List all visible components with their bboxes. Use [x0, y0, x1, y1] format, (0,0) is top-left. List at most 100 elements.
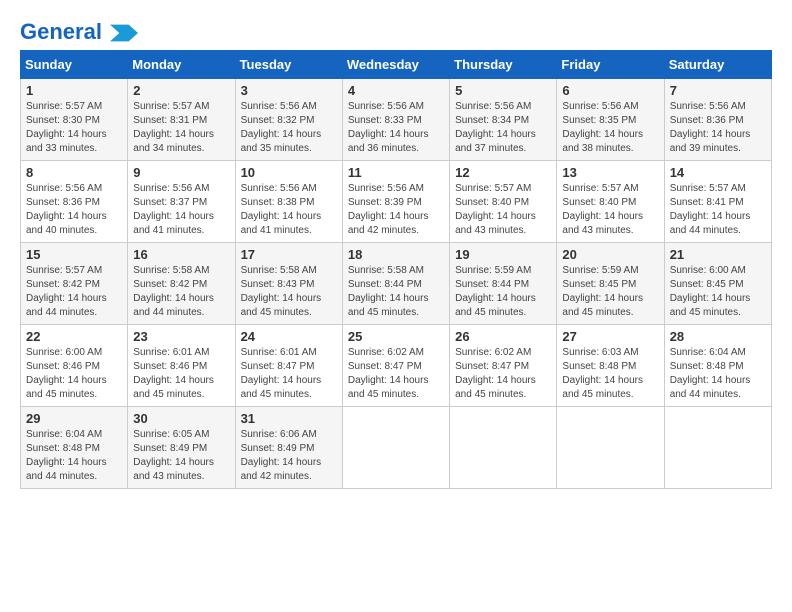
logo: General — [20, 20, 138, 40]
day-number: 17 — [241, 247, 337, 262]
day-cell: 22 Sunrise: 6:00 AMSunset: 8:46 PMDaylig… — [21, 325, 128, 407]
day-info: Sunrise: 5:56 AMSunset: 8:33 PMDaylight:… — [348, 101, 429, 154]
day-cell: 30 Sunrise: 6:05 AMSunset: 8:49 PMDaylig… — [128, 407, 235, 489]
day-cell: 21 Sunrise: 6:00 AMSunset: 8:45 PMDaylig… — [664, 243, 771, 325]
day-number: 29 — [26, 411, 122, 426]
day-info: Sunrise: 5:56 AMSunset: 8:38 PMDaylight:… — [241, 183, 322, 236]
day-number: 10 — [241, 165, 337, 180]
day-cell: 18 Sunrise: 5:58 AMSunset: 8:44 PMDaylig… — [342, 243, 449, 325]
day-info: Sunrise: 6:04 AMSunset: 8:48 PMDaylight:… — [670, 347, 751, 400]
day-number: 13 — [562, 165, 658, 180]
day-info: Sunrise: 6:02 AMSunset: 8:47 PMDaylight:… — [455, 347, 536, 400]
day-cell — [557, 407, 664, 489]
day-info: Sunrise: 6:01 AMSunset: 8:46 PMDaylight:… — [133, 347, 214, 400]
day-info: Sunrise: 6:05 AMSunset: 8:49 PMDaylight:… — [133, 429, 214, 482]
day-info: Sunrise: 5:56 AMSunset: 8:36 PMDaylight:… — [670, 101, 751, 154]
day-cell: 24 Sunrise: 6:01 AMSunset: 8:47 PMDaylig… — [235, 325, 342, 407]
day-number: 12 — [455, 165, 551, 180]
day-number: 31 — [241, 411, 337, 426]
day-cell: 9 Sunrise: 5:56 AMSunset: 8:37 PMDayligh… — [128, 161, 235, 243]
day-number: 28 — [670, 329, 766, 344]
day-info: Sunrise: 5:57 AMSunset: 8:40 PMDaylight:… — [455, 183, 536, 236]
week-row-4: 22 Sunrise: 6:00 AMSunset: 8:46 PMDaylig… — [21, 325, 772, 407]
day-cell: 4 Sunrise: 5:56 AMSunset: 8:33 PMDayligh… — [342, 79, 449, 161]
weekday-header-sunday: Sunday — [21, 51, 128, 79]
day-cell: 2 Sunrise: 5:57 AMSunset: 8:31 PMDayligh… — [128, 79, 235, 161]
day-cell — [664, 407, 771, 489]
day-info: Sunrise: 5:57 AMSunset: 8:31 PMDaylight:… — [133, 101, 214, 154]
day-number: 20 — [562, 247, 658, 262]
day-cell: 31 Sunrise: 6:06 AMSunset: 8:49 PMDaylig… — [235, 407, 342, 489]
day-number: 11 — [348, 165, 444, 180]
day-number: 4 — [348, 83, 444, 98]
day-number: 7 — [670, 83, 766, 98]
day-cell: 11 Sunrise: 5:56 AMSunset: 8:39 PMDaylig… — [342, 161, 449, 243]
day-number: 8 — [26, 165, 122, 180]
weekday-header-tuesday: Tuesday — [235, 51, 342, 79]
day-cell: 15 Sunrise: 5:57 AMSunset: 8:42 PMDaylig… — [21, 243, 128, 325]
day-number: 21 — [670, 247, 766, 262]
day-number: 27 — [562, 329, 658, 344]
day-number: 3 — [241, 83, 337, 98]
day-number: 9 — [133, 165, 229, 180]
weekday-header-saturday: Saturday — [664, 51, 771, 79]
day-cell: 17 Sunrise: 5:58 AMSunset: 8:43 PMDaylig… — [235, 243, 342, 325]
day-number: 1 — [26, 83, 122, 98]
day-cell: 1 Sunrise: 5:57 AMSunset: 8:30 PMDayligh… — [21, 79, 128, 161]
day-cell: 28 Sunrise: 6:04 AMSunset: 8:48 PMDaylig… — [664, 325, 771, 407]
day-info: Sunrise: 6:00 AMSunset: 8:45 PMDaylight:… — [670, 265, 751, 318]
day-info: Sunrise: 6:00 AMSunset: 8:46 PMDaylight:… — [26, 347, 107, 400]
day-info: Sunrise: 5:56 AMSunset: 8:32 PMDaylight:… — [241, 101, 322, 154]
day-cell: 3 Sunrise: 5:56 AMSunset: 8:32 PMDayligh… — [235, 79, 342, 161]
day-cell: 8 Sunrise: 5:56 AMSunset: 8:36 PMDayligh… — [21, 161, 128, 243]
day-cell: 23 Sunrise: 6:01 AMSunset: 8:46 PMDaylig… — [128, 325, 235, 407]
week-row-1: 1 Sunrise: 5:57 AMSunset: 8:30 PMDayligh… — [21, 79, 772, 161]
day-info: Sunrise: 5:56 AMSunset: 8:35 PMDaylight:… — [562, 101, 643, 154]
day-info: Sunrise: 6:03 AMSunset: 8:48 PMDaylight:… — [562, 347, 643, 400]
logo-general: General — [20, 19, 102, 44]
day-info: Sunrise: 6:01 AMSunset: 8:47 PMDaylight:… — [241, 347, 322, 400]
day-info: Sunrise: 5:57 AMSunset: 8:42 PMDaylight:… — [26, 265, 107, 318]
day-number: 5 — [455, 83, 551, 98]
day-cell: 20 Sunrise: 5:59 AMSunset: 8:45 PMDaylig… — [557, 243, 664, 325]
day-info: Sunrise: 5:57 AMSunset: 8:40 PMDaylight:… — [562, 183, 643, 236]
day-cell: 13 Sunrise: 5:57 AMSunset: 8:40 PMDaylig… — [557, 161, 664, 243]
day-info: Sunrise: 6:04 AMSunset: 8:48 PMDaylight:… — [26, 429, 107, 482]
header-row: SundayMondayTuesdayWednesdayThursdayFrid… — [21, 51, 772, 79]
day-number: 15 — [26, 247, 122, 262]
day-number: 24 — [241, 329, 337, 344]
day-cell: 5 Sunrise: 5:56 AMSunset: 8:34 PMDayligh… — [450, 79, 557, 161]
day-cell: 10 Sunrise: 5:56 AMSunset: 8:38 PMDaylig… — [235, 161, 342, 243]
weekday-header-wednesday: Wednesday — [342, 51, 449, 79]
day-number: 23 — [133, 329, 229, 344]
week-row-3: 15 Sunrise: 5:57 AMSunset: 8:42 PMDaylig… — [21, 243, 772, 325]
day-cell: 16 Sunrise: 5:58 AMSunset: 8:42 PMDaylig… — [128, 243, 235, 325]
day-cell: 12 Sunrise: 5:57 AMSunset: 8:40 PMDaylig… — [450, 161, 557, 243]
day-number: 30 — [133, 411, 229, 426]
day-number: 6 — [562, 83, 658, 98]
day-info: Sunrise: 5:56 AMSunset: 8:39 PMDaylight:… — [348, 183, 429, 236]
day-cell: 7 Sunrise: 5:56 AMSunset: 8:36 PMDayligh… — [664, 79, 771, 161]
weekday-header-thursday: Thursday — [450, 51, 557, 79]
day-cell: 25 Sunrise: 6:02 AMSunset: 8:47 PMDaylig… — [342, 325, 449, 407]
day-info: Sunrise: 5:58 AMSunset: 8:42 PMDaylight:… — [133, 265, 214, 318]
day-info: Sunrise: 5:58 AMSunset: 8:43 PMDaylight:… — [241, 265, 322, 318]
day-info: Sunrise: 5:56 AMSunset: 8:34 PMDaylight:… — [455, 101, 536, 154]
day-number: 18 — [348, 247, 444, 262]
day-number: 16 — [133, 247, 229, 262]
day-info: Sunrise: 5:59 AMSunset: 8:45 PMDaylight:… — [562, 265, 643, 318]
day-info: Sunrise: 5:57 AMSunset: 8:41 PMDaylight:… — [670, 183, 751, 236]
weekday-header-monday: Monday — [128, 51, 235, 79]
day-cell: 19 Sunrise: 5:59 AMSunset: 8:44 PMDaylig… — [450, 243, 557, 325]
day-info: Sunrise: 5:57 AMSunset: 8:30 PMDaylight:… — [26, 101, 107, 154]
day-cell: 27 Sunrise: 6:03 AMSunset: 8:48 PMDaylig… — [557, 325, 664, 407]
day-info: Sunrise: 5:56 AMSunset: 8:36 PMDaylight:… — [26, 183, 107, 236]
day-number: 26 — [455, 329, 551, 344]
day-cell: 6 Sunrise: 5:56 AMSunset: 8:35 PMDayligh… — [557, 79, 664, 161]
page-header: General — [20, 20, 772, 40]
day-cell: 14 Sunrise: 5:57 AMSunset: 8:41 PMDaylig… — [664, 161, 771, 243]
day-cell: 26 Sunrise: 6:02 AMSunset: 8:47 PMDaylig… — [450, 325, 557, 407]
day-cell — [342, 407, 449, 489]
logo-text: General — [20, 20, 138, 44]
week-row-5: 29 Sunrise: 6:04 AMSunset: 8:48 PMDaylig… — [21, 407, 772, 489]
